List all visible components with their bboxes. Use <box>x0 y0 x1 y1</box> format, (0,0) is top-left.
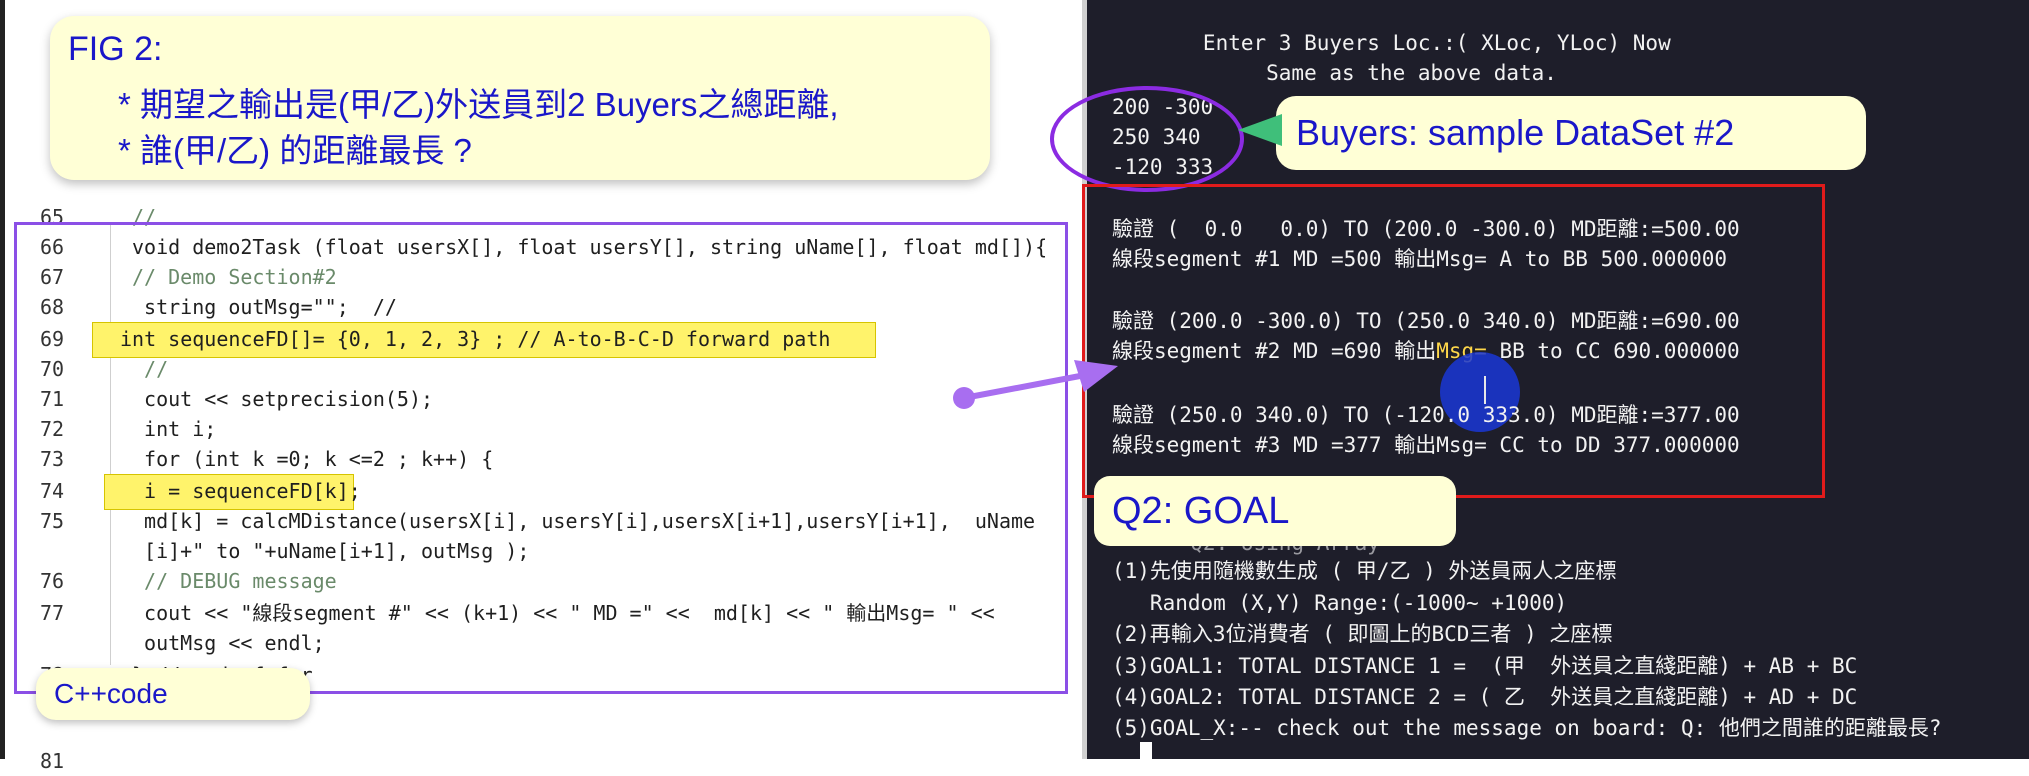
buyers-ellipse <box>1050 86 1244 192</box>
step-4: (4)GOAL2: TOTAL DISTANCE 2 = ( 乙 外送員之直綫距… <box>1112 685 1858 709</box>
callout-pointer <box>1238 114 1282 146</box>
terminal-cursor[interactable] <box>1140 742 1152 764</box>
code-highlight-frame <box>14 222 1068 694</box>
segment-2-output-suffix: BB to CC 690.000000 <box>1486 339 1740 363</box>
fig2-callout: FIG 2: * 期望之輸出是(甲/乙)外送員到2 Buyers之總距離, * … <box>50 16 990 180</box>
fig2-line-1: * 期望之輸出是(甲/乙)外送員到2 Buyers之總距離, <box>118 86 839 123</box>
q2-goal-callout: Q2: GOAL <box>1094 476 1456 546</box>
terminal-header-1: Enter 3 Buyers Loc.:( XLoc, YLoc) Now <box>1165 31 1671 55</box>
buyers-callout: Buyers: sample DataSet #2 <box>1276 96 1866 170</box>
step-2: (2)再輸入3位消費者 ( 即圖上的BCD三者 ) 之座標 <box>1112 622 1613 646</box>
step-3: (3)GOAL1: TOTAL DISTANCE 1 = (甲 外送員之直綫距離… <box>1112 654 1858 678</box>
terminal-header-2: Same as the above data. <box>1165 61 1557 85</box>
cpp-code-callout: C++code <box>36 668 310 720</box>
segment-2-output-prefix: 線段segment #2 MD =690 輸出 <box>1112 339 1437 363</box>
step-5: (5)GOAL_X:-- check out the message on bo… <box>1112 716 1942 740</box>
arrow-icon <box>953 360 1118 409</box>
window-edge <box>0 0 5 759</box>
segment-1-check: 驗證 ( 0.0 0.0) TO (200.0 -300.0) MD距離:=50… <box>1112 217 1740 241</box>
segment-2-check: 驗證 (200.0 -300.0) TO (250.0 340.0) MD距離:… <box>1112 309 1740 333</box>
line-number: 81 <box>40 749 65 773</box>
fig2-line-2: * 誰(甲/乙) 的距離最長 ? <box>118 132 472 169</box>
segment-2-output: 線段segment #2 MD =690 輸出Msg= BB to CC 690… <box>1112 336 1740 366</box>
segment-3-output: 線段segment #3 MD =377 輸出Msg= CC to DD 377… <box>1112 433 1740 457</box>
segment-3-check: 驗證 (250.0 340.0) TO (-120.0 333.0) MD距離:… <box>1112 403 1740 427</box>
step-1b: Random (X,Y) Range:(-1000~ +1000) <box>1112 591 1568 615</box>
fig2-title: FIG 2: <box>68 30 163 68</box>
step-1: (1)先使用隨機數生成 ( 甲/乙 ) 外送員兩人之座標 <box>1112 559 1617 583</box>
segment-1-output: 線段segment #1 MD =500 輸出Msg= A to BB 500.… <box>1112 247 1728 271</box>
